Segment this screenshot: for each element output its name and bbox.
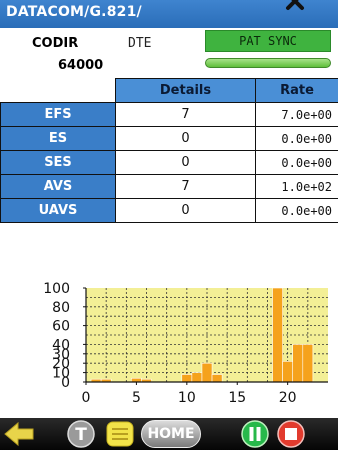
bit-rate-value: 64000 bbox=[58, 58, 104, 73]
close-icon[interactable] bbox=[280, 0, 310, 12]
pause-icon[interactable] bbox=[240, 420, 270, 448]
y-tick-label: 60 bbox=[52, 319, 70, 335]
rate-cell: 0.0e+00 bbox=[255, 150, 338, 175]
rate-cell: 0.0e+00 bbox=[255, 198, 338, 223]
bottom-toolbar: T HOME bbox=[0, 418, 338, 450]
rate-cell: 0.0e+00 bbox=[255, 126, 338, 151]
row-label-uavs: UAVS bbox=[0, 198, 116, 223]
details-cell: 7 bbox=[115, 102, 256, 127]
table-row: EFS 7 7.0e+00 bbox=[0, 102, 338, 127]
x-tick-label: 15 bbox=[228, 390, 246, 406]
x-tick-label: 10 bbox=[178, 390, 196, 406]
details-cell: 0 bbox=[115, 150, 256, 175]
y-tick-label: 40 bbox=[52, 337, 70, 353]
home-button[interactable]: HOME bbox=[141, 420, 201, 448]
histogram-bar bbox=[282, 361, 294, 383]
histogram-bar bbox=[211, 374, 223, 383]
histogram-bar bbox=[201, 362, 213, 383]
histogram-bar bbox=[302, 344, 314, 383]
notes-icon[interactable] bbox=[105, 420, 135, 448]
home-button-label: HOME bbox=[147, 426, 195, 442]
table-row: ES 0 0.0e+00 bbox=[0, 126, 338, 151]
t-icon-label: T bbox=[75, 425, 87, 445]
g821-results-table: Details Rate EFS 7 7.0e+00 ES 0 0.0e+00 … bbox=[0, 78, 338, 223]
y-tick-label: 80 bbox=[52, 300, 70, 316]
x-tick-label: 0 bbox=[82, 390, 91, 406]
histogram-bar bbox=[272, 287, 283, 383]
column-header-details: Details bbox=[115, 78, 256, 103]
pat-sync-indicator: PAT SYNC bbox=[205, 30, 331, 52]
histogram-bar bbox=[292, 344, 304, 383]
histogram-bar bbox=[181, 374, 193, 383]
histogram-chart: 01020304060801000 5 10 15 20 bbox=[43, 281, 328, 406]
details-cell: 0 bbox=[115, 198, 256, 223]
sync-level-bar bbox=[205, 58, 331, 68]
row-label-efs: EFS bbox=[0, 102, 116, 127]
table-corner bbox=[0, 78, 116, 103]
row-label-avs: AVS bbox=[0, 174, 116, 199]
title-bar: DATACOM/G.821/ bbox=[0, 0, 338, 28]
rate-cell: 1.0e+02 bbox=[255, 174, 338, 199]
details-cell: 7 bbox=[115, 174, 256, 199]
error-histogram: 0 10 20 30 40 60 80 100 0 5 10 15 20 bbox=[0, 250, 338, 418]
stop-icon[interactable] bbox=[276, 420, 306, 448]
window-title: DATACOM/G.821/ bbox=[6, 4, 142, 20]
row-label-ses: SES bbox=[0, 150, 116, 175]
info-panel: CODIR DTE 64000 PAT SYNC bbox=[0, 28, 338, 78]
x-tick-label: 5 bbox=[132, 390, 141, 406]
back-arrow-icon[interactable] bbox=[2, 420, 36, 448]
rate-cell: 7.0e+00 bbox=[255, 102, 338, 127]
t-icon[interactable]: T bbox=[66, 420, 96, 448]
row-label-es: ES bbox=[0, 126, 116, 151]
table-row: AVS 7 1.0e+02 bbox=[0, 174, 338, 199]
histogram-bar bbox=[191, 372, 203, 383]
details-cell: 0 bbox=[115, 126, 256, 151]
table-row: UAVS 0 0.0e+00 bbox=[0, 198, 338, 223]
x-tick-label: 20 bbox=[279, 390, 297, 406]
mode-value: DTE bbox=[128, 36, 152, 51]
codir-label: CODIR bbox=[32, 36, 79, 51]
table-row: SES 0 0.0e+00 bbox=[0, 150, 338, 175]
y-tick-label: 100 bbox=[43, 281, 70, 297]
column-header-rate: Rate bbox=[255, 78, 338, 103]
